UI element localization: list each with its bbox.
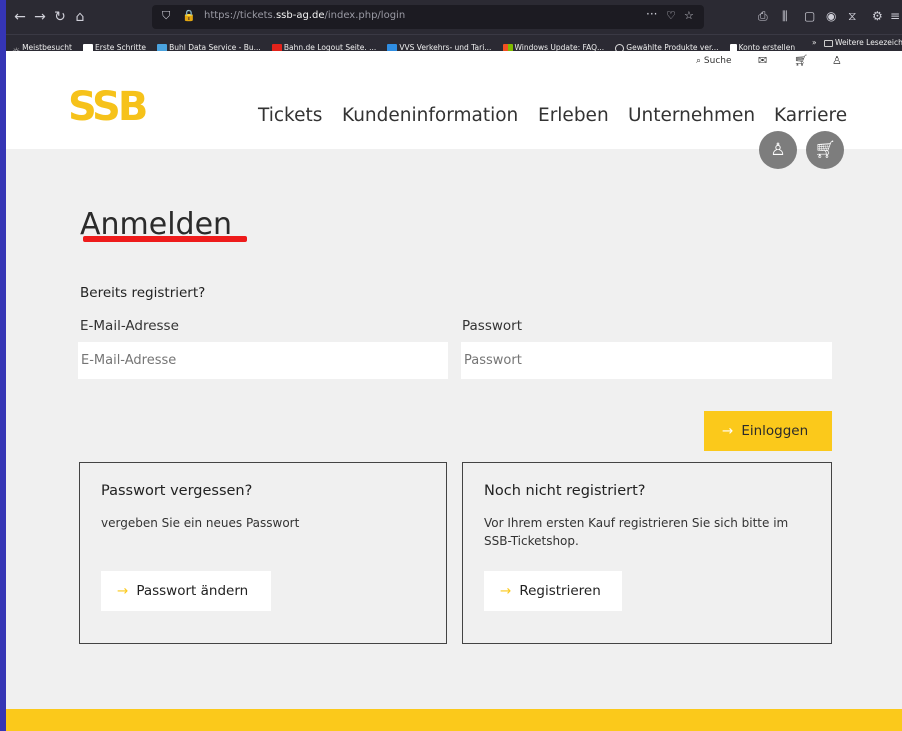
lock-icon[interactable]: 🔒 [182,9,196,22]
email-field[interactable] [78,342,448,379]
bookmarks-bar: ☼Meistbesucht Erste Schritte Buhl Data S… [6,34,902,51]
register-button[interactable]: → Registrieren [484,571,622,611]
arrow-right-icon: → [722,423,734,439]
bookmark-item[interactable]: Buhl Data Service - Bu... [157,40,261,51]
nav-unternehmen[interactable]: Unternehmen [628,105,755,126]
cart-icon: 🛒︎ [814,140,836,160]
other-bookmarks[interactable]: Weitere Lesezeichen [824,35,902,51]
nav-erleben[interactable]: Erleben [538,105,609,126]
browser-toolbar: ← → ↻ ⌂ ⛉ 🔒 https://tickets.ssb-ag.de/in… [6,0,902,34]
url-text[interactable]: https://tickets.ssb-ag.de/index.php/logi… [204,10,405,21]
already-registered-heading: Bereits registriert? [80,285,206,301]
forgot-password-box: Passwort vergessen? vergeben Sie ein neu… [79,462,447,644]
extension-icon[interactable]: ⧖ [848,9,856,24]
bookmark-item[interactable]: ☼Meistbesucht [12,40,72,51]
footer-bar [6,709,902,731]
bookmarks-more-icon[interactable]: » [812,35,817,51]
search-link[interactable]: ⌕ Suche [696,56,732,66]
forgot-password-heading: Passwort vergessen? [101,483,253,499]
login-button[interactable]: → Einloggen [704,411,832,451]
home-icon[interactable]: ⌂ [70,7,90,27]
url-bar[interactable]: ⛉ 🔒 https://tickets.ssb-ag.de/index.php/… [152,5,704,29]
bookmark-item[interactable]: VVS Verkehrs- und Tari... [387,40,491,51]
sidebar-icon[interactable]: ▢ [804,9,815,23]
nav-karriere[interactable]: Karriere [774,105,847,126]
ssb-logo[interactable]: SSB [68,87,148,127]
print-icon[interactable]: ⎙ [758,9,768,24]
user-icon: ♙ [770,140,786,160]
shield-icon[interactable]: ⛉ [162,9,170,23]
search-icon: ⌕ [696,56,702,66]
pocket-icon[interactable]: ♡ [666,9,676,22]
change-password-button[interactable]: → Passwort ändern [101,571,271,611]
bookmark-item[interactable]: Bahn.de Logout Seite. ... [271,40,376,51]
addon-icon[interactable]: ⚙ [872,9,883,23]
user-account-button[interactable]: ♙ [759,131,797,169]
menu-icon[interactable]: ≡ [890,9,900,23]
bookmark-item[interactable]: Erste Schritte [83,40,146,51]
forward-icon[interactable]: → [30,7,50,27]
more-icon[interactable]: ··· [646,7,657,21]
nav-kundeninformation[interactable]: Kundeninformation [342,105,518,126]
register-text: Vor Ihrem ersten Kauf registrieren Sie s… [484,516,789,548]
register-box: Noch nicht registriert? Vor Ihrem ersten… [462,462,832,644]
bookmark-item[interactable]: Konto erstellen [729,40,795,51]
password-field[interactable] [461,342,832,379]
bookmark-item[interactable]: Gewählte Produkte ver... [615,40,719,51]
register-heading: Noch nicht registriert? [484,483,646,499]
forgot-password-text: vergeben Sie ein neues Passwort [101,516,300,530]
account-icon[interactable]: ◉ [826,9,836,23]
title-underline [83,236,247,242]
back-icon[interactable]: ← [10,7,30,27]
arrow-right-icon: → [117,583,129,599]
nav-tickets[interactable]: Tickets [258,105,322,126]
library-icon[interactable]: ⫼ [782,9,788,24]
user-small-icon[interactable]: ♙ [832,54,842,67]
cart-button[interactable]: 🛒︎ [806,131,844,169]
cart-small-icon[interactable]: 🛒︎ [794,54,808,67]
mail-icon[interactable]: ✉ [758,54,767,67]
bookmark-star-icon[interactable]: ☆ [684,9,694,22]
reload-icon[interactable]: ↻ [50,7,70,27]
password-label: Passwort [462,318,523,334]
email-label: E-Mail-Adresse [80,318,179,334]
bookmark-item[interactable]: Windows Update: FAQ... [502,40,604,51]
login-section: Anmelden Bereits registriert? E-Mail-Adr… [6,149,902,709]
arrow-right-icon: → [500,583,512,599]
